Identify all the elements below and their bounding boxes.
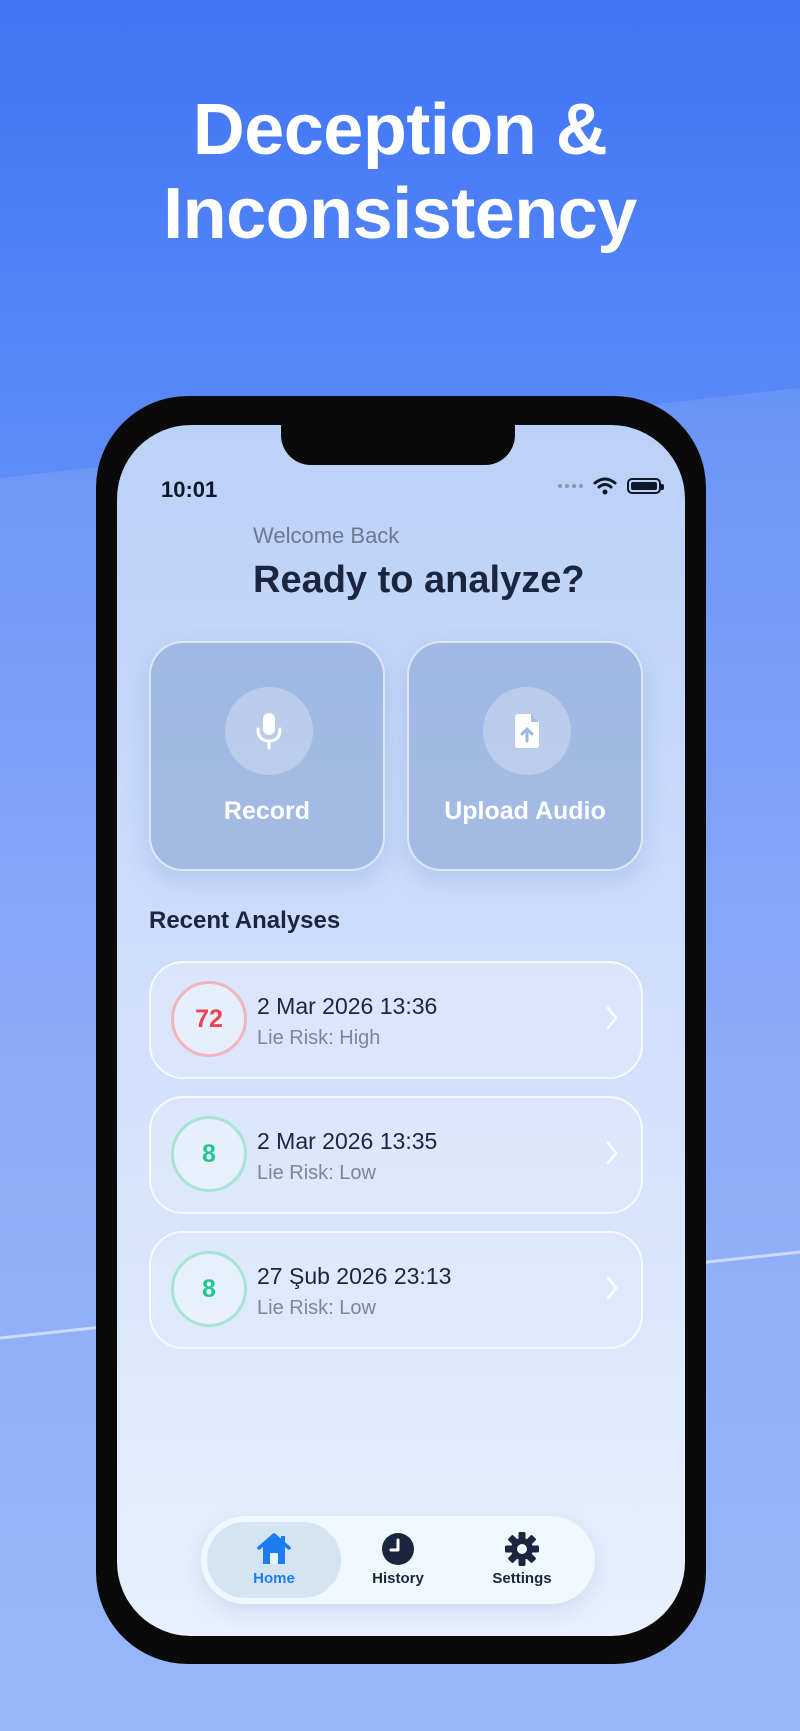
- analysis-date: 2 Mar 2026 13:35: [257, 1128, 438, 1154]
- file-upload-icon: [515, 714, 539, 748]
- recent-analysis-item[interactable]: 72 2 Mar 2026 13:36 Lie Risk: High: [149, 961, 643, 1079]
- tab-home[interactable]: Home: [207, 1522, 341, 1598]
- chevron-right-icon: [606, 1276, 618, 1300]
- battery-icon: [627, 478, 664, 494]
- risk-score-badge: 8: [171, 1116, 247, 1192]
- lie-risk-label: Lie Risk: Low: [257, 1297, 376, 1319]
- tab-history[interactable]: History: [331, 1522, 465, 1598]
- wifi-icon: [593, 477, 617, 495]
- upload-audio-label: Upload Audio: [444, 797, 606, 825]
- cellular-signal-icon: [558, 484, 583, 488]
- app-screen: 10:01 Welcome Back Ready to analyze? Rec…: [117, 425, 685, 1636]
- microphone-icon: [256, 713, 282, 750]
- tab-bar: Home History Settings: [201, 1516, 595, 1604]
- clock-icon: [382, 1533, 414, 1565]
- headline-line-1: Deception &: [192, 90, 608, 170]
- record-icon-circle: [225, 687, 313, 775]
- promo-headline: Deception & Inconsistency: [0, 88, 800, 256]
- phone-notch: [281, 425, 515, 465]
- lie-risk-label: Lie Risk: Low: [257, 1162, 376, 1184]
- lie-risk-label: Lie Risk: High: [257, 1027, 381, 1049]
- status-time: 10:01: [161, 477, 218, 502]
- headline-line-2: Inconsistency: [163, 174, 637, 254]
- gear-icon: [505, 1532, 539, 1566]
- upload-icon-circle: [483, 687, 571, 775]
- chevron-right-icon: [606, 1141, 618, 1165]
- status-icons: [558, 475, 664, 497]
- record-label: Record: [223, 797, 311, 825]
- recent-analyses-title: Recent Analyses: [149, 907, 341, 934]
- upload-audio-button[interactable]: Upload Audio: [407, 641, 643, 871]
- analysis-date: 2 Mar 2026 13:36: [257, 993, 438, 1019]
- chevron-right-icon: [606, 1006, 618, 1030]
- analysis-date: 27 Şub 2026 23:13: [257, 1263, 452, 1289]
- recent-analysis-item[interactable]: 8 27 Şub 2026 23:13 Lie Risk: Low: [149, 1231, 643, 1349]
- tab-history-label: History: [372, 1570, 424, 1587]
- tab-settings-label: Settings: [492, 1570, 552, 1587]
- home-icon: [257, 1533, 291, 1564]
- tab-home-label: Home: [253, 1570, 295, 1587]
- app-logo-waveform-icon: [157, 547, 217, 591]
- record-button[interactable]: Record: [149, 641, 385, 871]
- recent-analysis-item[interactable]: 8 2 Mar 2026 13:35 Lie Risk: Low: [149, 1096, 643, 1214]
- tab-settings[interactable]: Settings: [455, 1522, 589, 1598]
- page-title: Ready to analyze?: [253, 559, 585, 601]
- phone-frame: 10:01 Welcome Back Ready to analyze? Rec…: [96, 396, 706, 1664]
- risk-score-badge: 8: [171, 1251, 247, 1327]
- risk-score-badge: 72: [171, 981, 247, 1057]
- welcome-text: Welcome Back: [253, 523, 400, 548]
